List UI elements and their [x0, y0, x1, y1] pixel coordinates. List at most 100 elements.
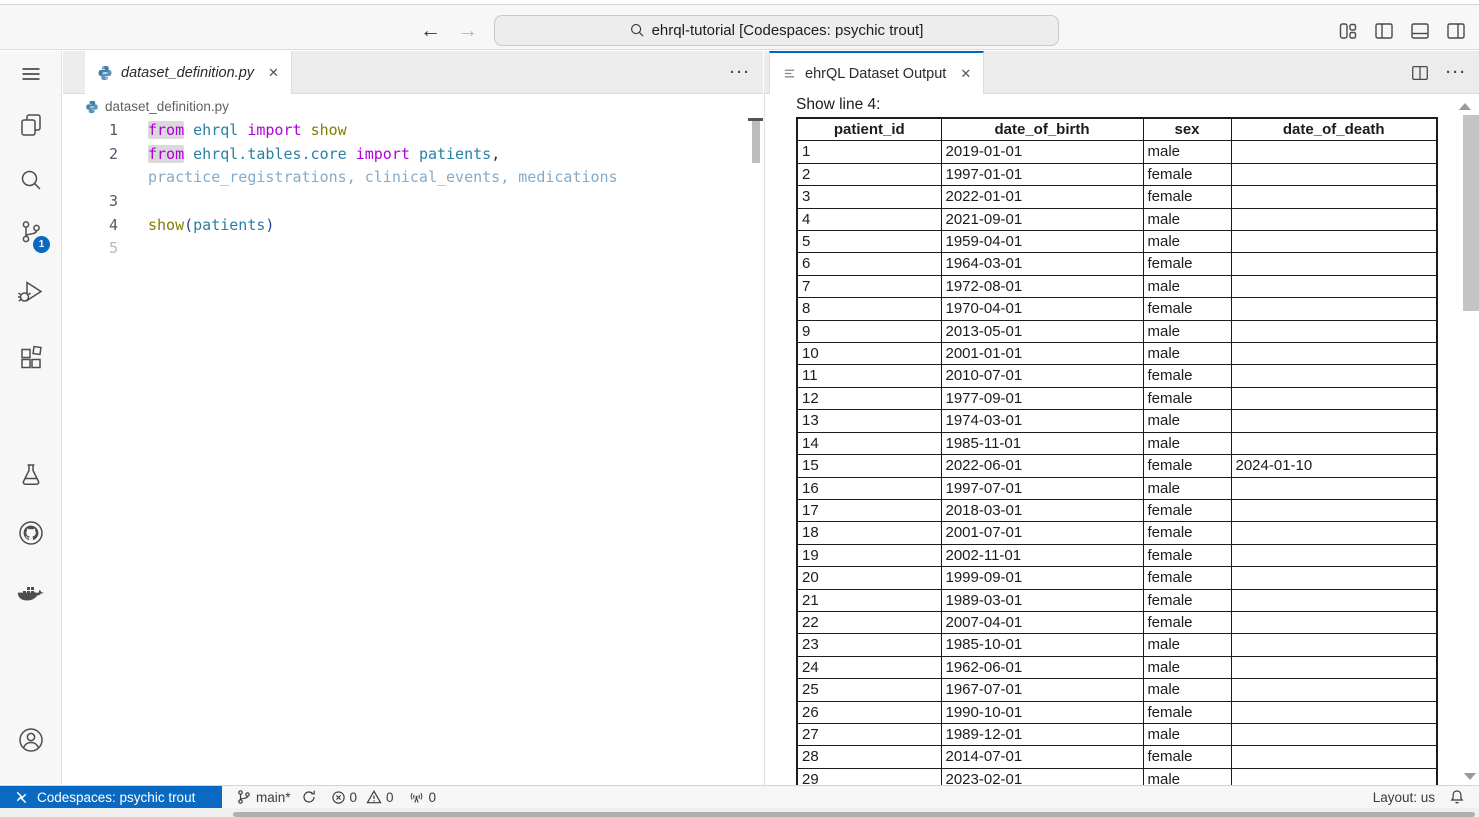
table-cell: 1997-01-01: [941, 163, 1143, 185]
code-text: [118, 190, 148, 214]
table-cell: male: [1143, 634, 1231, 656]
table-cell: 2023-02-01: [941, 768, 1143, 785]
table-cell: [1231, 522, 1437, 544]
testing-flask-icon[interactable]: [0, 458, 62, 492]
table-cell: 7: [797, 275, 941, 297]
table-cell: 1985-10-01: [941, 634, 1143, 656]
remote-icon: [14, 790, 29, 805]
line-number: 3: [63, 190, 118, 214]
error-count: 0: [350, 790, 358, 805]
breadcrumb[interactable]: dataset_definition.py: [63, 94, 763, 119]
account-icon[interactable]: [0, 723, 62, 757]
remote-indicator[interactable]: Codespaces: psychic trout: [0, 786, 222, 808]
explorer-icon[interactable]: [0, 108, 62, 142]
panel-more-actions-icon[interactable]: ···: [1446, 64, 1467, 81]
line-number: 5: [63, 237, 118, 261]
git-branch-icon: [236, 789, 252, 805]
table-cell: 1: [797, 141, 941, 163]
status-bar: Codespaces: psychic trout main* 0 0 0 La…: [0, 785, 1479, 808]
warnings-icon: [366, 789, 382, 805]
docker-icon[interactable]: [0, 579, 62, 613]
webview-scrollbar[interactable]: [1463, 115, 1479, 311]
table-cell: male: [1143, 679, 1231, 701]
ports-count: 0: [429, 790, 437, 805]
command-center-search[interactable]: ehrql-tutorial [Codespaces: psychic trou…: [494, 15, 1059, 46]
toggle-sidebar-icon[interactable]: [1373, 20, 1395, 42]
table-cell: female: [1143, 365, 1231, 387]
editor-tab-bar: dataset_definition.py ✕ ···: [63, 51, 763, 94]
toggle-secondary-sidebar-icon[interactable]: [1445, 20, 1467, 42]
forward-arrow-icon: →: [457, 20, 478, 41]
search-sidebar-icon[interactable]: [0, 164, 62, 198]
vscode-window: ← → ehrql-tutorial [Codespaces: psychic …: [0, 0, 1479, 817]
dataset-table-head-row: patient_iddate_of_birthsexdate_of_death: [797, 118, 1437, 141]
table-cell: [1231, 634, 1437, 656]
code-line[interactable]: practice_registrations, clinical_events,…: [63, 166, 748, 190]
extensions-icon[interactable]: [0, 341, 62, 375]
run-debug-icon[interactable]: [0, 275, 62, 309]
table-cell: 19: [797, 544, 941, 566]
github-icon[interactable]: [0, 516, 62, 550]
table-cell: 17: [797, 499, 941, 521]
breadcrumb-item[interactable]: dataset_definition.py: [105, 99, 229, 114]
table-cell: 2001-01-01: [941, 343, 1143, 365]
problems-status[interactable]: 0 0: [331, 789, 394, 805]
python-file-icon: [85, 100, 99, 114]
close-icon[interactable]: ✕: [960, 66, 971, 82]
sync-icon: [301, 789, 317, 805]
tab-label: dataset_definition.py: [121, 65, 254, 81]
editor-more-actions-icon[interactable]: ···: [730, 64, 751, 81]
table-cell: [1231, 186, 1437, 208]
code-line[interactable]: 3: [63, 190, 748, 214]
tab-ehrql-dataset-output[interactable]: ehrQL Dataset Output ✕: [769, 51, 984, 94]
split-editor-icon[interactable]: [1410, 63, 1430, 83]
table-cell: [1231, 231, 1437, 253]
code-editor[interactable]: 1from ehrql import show2from ehrql.table…: [63, 119, 748, 779]
branch-status[interactable]: main*: [236, 789, 317, 805]
toggle-panel-icon[interactable]: [1409, 20, 1431, 42]
clipped-gray-bar: [233, 812, 1475, 817]
table-cell: 1959-04-01: [941, 231, 1143, 253]
close-icon[interactable]: ✕: [268, 65, 279, 81]
table-header-cell: patient_id: [797, 118, 941, 141]
table-row: 201999-09-01female: [797, 567, 1437, 589]
table-row: 292023-02-01male: [797, 768, 1437, 785]
layout-indicator[interactable]: Layout: us: [1373, 790, 1435, 805]
table-cell: 16: [797, 477, 941, 499]
table-cell: 1999-09-01: [941, 567, 1143, 589]
python-file-icon: [97, 65, 113, 81]
table-cell: 28: [797, 746, 941, 768]
notifications-bell-icon[interactable]: [1449, 789, 1465, 805]
table-cell: 21: [797, 589, 941, 611]
tab-dataset-definition[interactable]: dataset_definition.py ✕: [85, 51, 292, 94]
table-cell: 15: [797, 455, 941, 477]
output-panel-tab-bar: ehrQL Dataset Output ✕ ···: [764, 51, 1479, 94]
code-line[interactable]: 4show(patients): [63, 214, 748, 238]
table-cell: 6: [797, 253, 941, 275]
table-cell: 2010-07-01: [941, 365, 1143, 387]
table-cell: 1967-07-01: [941, 679, 1143, 701]
code-line[interactable]: 1from ehrql import show: [63, 119, 748, 143]
table-cell: female: [1143, 544, 1231, 566]
table-cell: 12: [797, 387, 941, 409]
back-arrow-icon[interactable]: ←: [420, 20, 441, 41]
customize-layout-icon[interactable]: [1337, 20, 1359, 42]
menu-icon[interactable]: [0, 57, 62, 91]
line-number: 1: [63, 119, 118, 143]
table-row: 172018-03-01female: [797, 499, 1437, 521]
table-header-cell: sex: [1143, 118, 1231, 141]
editor-scrollbar[interactable]: [752, 121, 760, 163]
table-cell: 3: [797, 186, 941, 208]
ports-status[interactable]: 0: [408, 789, 437, 805]
code-line[interactable]: 2from ehrql.tables.core import patients,: [63, 143, 748, 167]
scrollbar-down-arrow-icon[interactable]: [1464, 773, 1476, 780]
table-row: 282014-07-01female: [797, 746, 1437, 768]
ehrql-output-webview: Show line 4: patient_iddate_of_birthsexd…: [764, 94, 1479, 785]
table-cell: 5: [797, 231, 941, 253]
code-line[interactable]: 5: [63, 237, 748, 261]
table-cell: [1231, 387, 1437, 409]
scrollbar-up-arrow-icon[interactable]: [1459, 103, 1471, 110]
source-control-icon[interactable]: 1: [0, 215, 62, 249]
table-cell: [1231, 499, 1437, 521]
code-text: from ehrql import show: [118, 119, 347, 143]
